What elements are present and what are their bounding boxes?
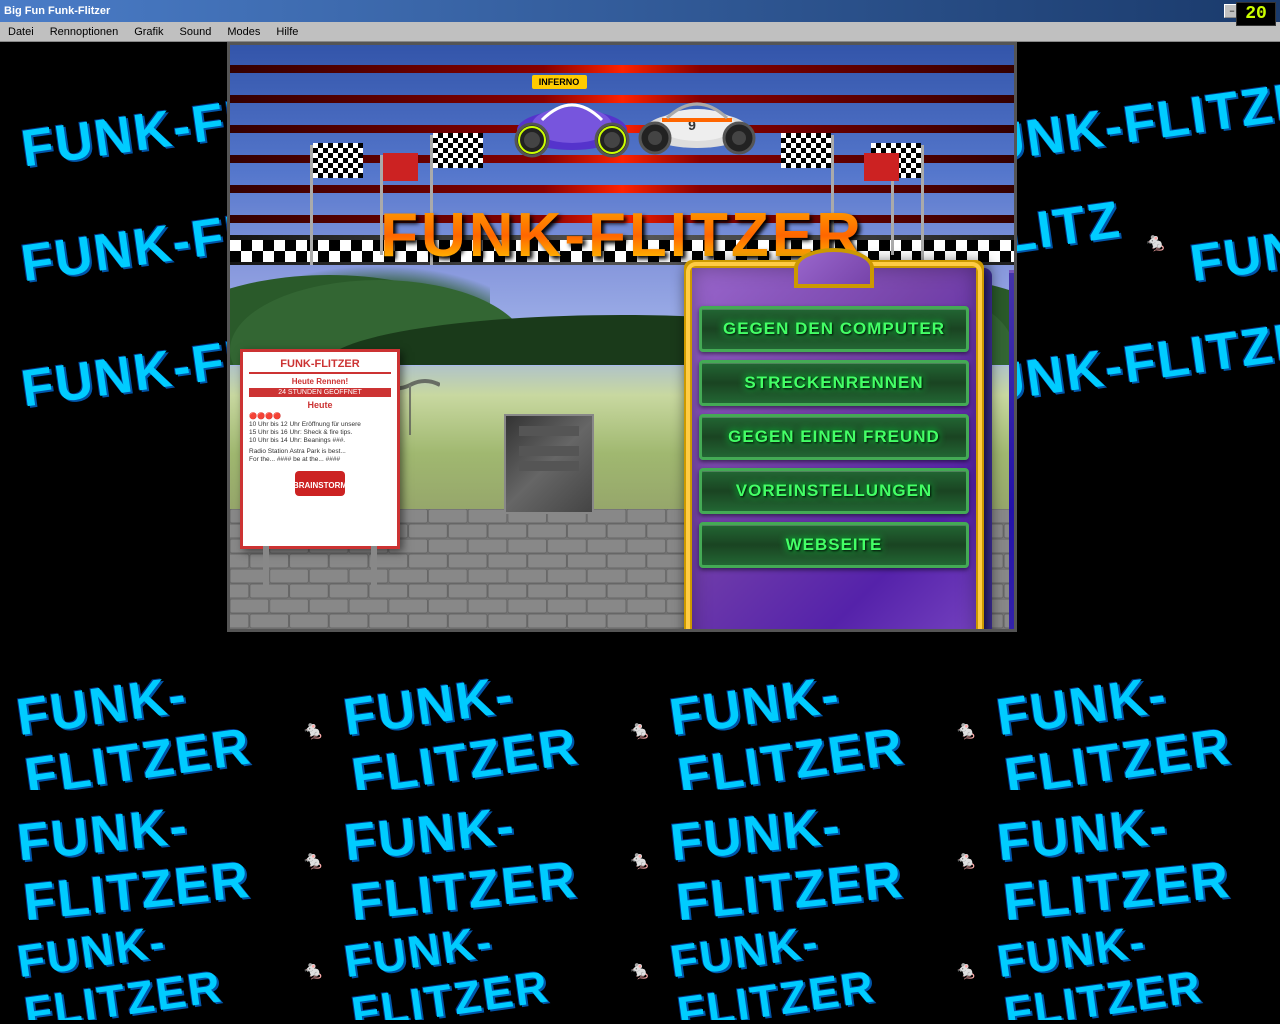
bg-bottom-row3: FUNK-FLITZER 🐁 FUNK-FLITZER 🐁 FUNK-FLITZ… — [0, 920, 1280, 1020]
bg-text-bottom3: FUNK-FLITZER — [994, 920, 1266, 1020]
menu-sound[interactable]: Sound — [172, 22, 220, 41]
flag-red-2 — [864, 153, 899, 181]
svg-text:INFERNO: INFERNO — [539, 77, 580, 87]
bg-text-bottom: FUNK-FLITZER — [666, 670, 940, 790]
left-sign: FUNK-FLITZER Heute Rennen! 24 STUNDEN GE… — [240, 349, 400, 549]
flag-red-1 — [383, 153, 418, 181]
streckenrennen-button[interactable]: STRECKENRENNEN — [699, 360, 969, 406]
titlebar-left: Big Fun Funk-Flitzer — [4, 5, 110, 17]
bg-text-bottom: FUNK-FLITZER — [993, 670, 1267, 790]
bg-text-bottom2: FUNK-FLITZER — [341, 800, 612, 920]
titlebar: Big Fun Funk-Flitzer − □ ✕ — [0, 0, 1280, 22]
bg-text-bottom3: FUNK-FLITZER — [667, 920, 939, 1020]
sign-line-3: 15 Uhr bis 16 Uhr: Sheck & fire tips. — [249, 429, 391, 436]
game-window: INFERNO 9 — [227, 42, 1017, 632]
flag-staff-5 — [921, 145, 924, 265]
flag-checker-1 — [313, 143, 363, 178]
svg-text:BRAINSTORM: BRAINSTORM — [295, 481, 345, 490]
menu-grafik[interactable]: Grafik — [126, 22, 171, 41]
menubar: Datei Rennoptionen Grafik Sound Modes Hi… — [0, 22, 1280, 42]
sign-line-5: Radio Station Astra Park is best... — [249, 448, 391, 455]
app-title: Big Fun Funk-Flitzer — [4, 5, 110, 17]
voreinstellungen-button[interactable]: VOREINSTELLUNGEN — [699, 468, 969, 514]
bg-text-bottom2: FUNK-FLITZER — [668, 800, 939, 920]
menu-modes[interactable]: Modes — [219, 22, 268, 41]
left-sign-title: FUNK-FLITZER — [249, 358, 391, 374]
bg-text-bottom: FUNK-FLITZER — [340, 670, 614, 790]
bg-bottom-row2: FUNK-FLITZER 🐁 FUNK-FLITZER 🐁 FUNK-FLITZ… — [0, 800, 1280, 920]
sign-line-6: For the... #### be at the... #### — [249, 456, 391, 463]
bg-text-bottom2: FUNK-FLITZER — [994, 800, 1265, 920]
bg-text-bottom2: FUNK-FLITZER — [14, 800, 285, 920]
game-scene: INFERNO 9 — [230, 45, 1014, 629]
sign-line-2: 10 Uhr bis 12 Uhr Eröffnung für unsere — [249, 421, 391, 428]
turnstile-box — [504, 414, 594, 514]
sign-side — [1009, 270, 1014, 629]
sign-line-4: 10 Uhr bis 14 Uhr: Beanings ###. — [249, 437, 391, 444]
flag-checker-3 — [781, 133, 831, 168]
signboard: GEGEN DEN COMPUTER STRECKENRENNEN GEGEN … — [684, 260, 1014, 629]
sign-frame: GEGEN DEN COMPUTER STRECKENRENNEN GEGEN … — [684, 260, 984, 629]
bg-text: FUNK-FLITZ — [1186, 190, 1280, 294]
bg-bottom-row: FUNK-FLITZER 🐁 FUNK-FLITZER 🐁 FUNK-FLITZ… — [0, 670, 1280, 790]
fps-counter: 20 — [1236, 2, 1276, 26]
menu-hilfe[interactable]: Hilfe — [268, 22, 306, 41]
bg-text-bottom3: FUNK-FLITZER — [341, 920, 613, 1020]
sign-top-deco — [794, 248, 874, 288]
menu-datei[interactable]: Datei — [0, 22, 42, 41]
gegen-computer-button[interactable]: GEGEN DEN COMPUTER — [699, 306, 969, 352]
left-sign-heute: Heute — [249, 400, 391, 410]
sign-line-1: 🔴🔴🔴🔴 — [249, 412, 391, 420]
bg-text-bottom: FUNK-FLITZER — [13, 670, 287, 790]
sign-logo: BRAINSTORM — [249, 471, 391, 498]
menu-rennoptionen[interactable]: Rennoptionen — [42, 22, 127, 41]
turnstile-bar-3 — [519, 461, 579, 471]
gegen-freund-button[interactable]: GEGEN EINEN FREUND — [699, 414, 969, 460]
bg-text-bottom3: FUNK-FLITZER — [14, 920, 286, 1020]
turnstile-bar-1 — [519, 426, 579, 436]
left-sign-subtitle: Heute Rennen! — [249, 377, 391, 386]
flag-checker-2 — [433, 133, 483, 168]
sign-buttons: GEGEN DEN COMPUTER STRECKENRENNEN GEGEN … — [692, 288, 976, 576]
sign-leg-left — [263, 546, 269, 586]
cars-svg: INFERNO 9 — [482, 50, 762, 190]
webseite-button[interactable]: WEBSEITE — [699, 522, 969, 568]
sign-leg-right — [371, 546, 377, 586]
left-sign-open: 24 STUNDEN GEÖFFNET — [249, 388, 391, 397]
turnstile-bar-2 — [519, 446, 579, 456]
